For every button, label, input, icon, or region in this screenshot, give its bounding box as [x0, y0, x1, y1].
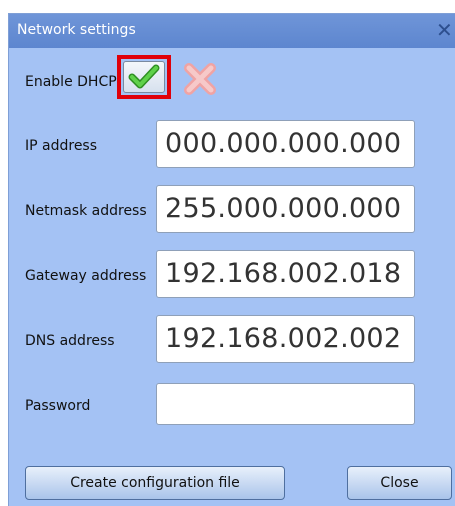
gateway-address-field[interactable]: 192.168.002.018: [156, 250, 415, 298]
netmask-address-field[interactable]: 255.000.000.000: [156, 185, 415, 233]
titlebar: Network settings ✕: [9, 14, 455, 48]
gateway-label: Gateway address: [25, 268, 147, 284]
cross-icon: [184, 63, 216, 95]
ip-label: IP address: [25, 138, 98, 154]
netmask-label: Netmask address: [25, 203, 147, 219]
dhcp-enable-button[interactable]: [117, 55, 171, 99]
close-button[interactable]: Close: [347, 466, 452, 500]
close-icon[interactable]: ✕: [436, 18, 455, 42]
network-settings-dialog: Network settings ✕ Enable DHCP IP addres…: [8, 13, 455, 506]
dialog-title: Network settings: [17, 22, 136, 38]
dhcp-label: Enable DHCP: [25, 74, 117, 90]
password-label: Password: [25, 398, 91, 414]
dns-label: DNS address: [25, 333, 115, 349]
dns-address-field[interactable]: 192.168.002.002: [156, 315, 415, 363]
check-icon: [128, 64, 160, 89]
ip-address-field[interactable]: 000.000.000.000: [156, 120, 415, 168]
dhcp-disable-button[interactable]: [180, 61, 220, 97]
create-configuration-file-button[interactable]: Create configuration file: [25, 466, 285, 500]
dhcp-enable-inner: [123, 61, 165, 93]
password-field[interactable]: [156, 383, 415, 425]
